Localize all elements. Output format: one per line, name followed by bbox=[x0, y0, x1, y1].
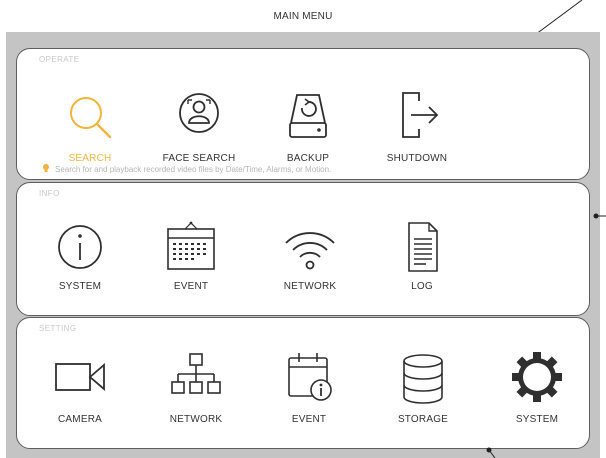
network-topology-icon bbox=[171, 353, 221, 394]
system-info-label: SYSTEM bbox=[58, 281, 102, 292]
lightbulb-icon bbox=[43, 164, 49, 172]
network-info-button[interactable]: NETWORK bbox=[255, 221, 365, 321]
calendar-icon bbox=[167, 221, 215, 270]
info-section-title: INFO bbox=[39, 189, 60, 198]
calendar-info-icon bbox=[288, 353, 332, 401]
callout-line-bottom bbox=[486, 447, 496, 458]
info-panel: INFO SYSTEM EVENT NETWORK LOG bbox=[16, 182, 590, 316]
system-info-button[interactable]: SYSTEM bbox=[25, 221, 135, 321]
storage-setting-button[interactable]: STORAGE bbox=[368, 352, 478, 452]
camera-setting-button[interactable]: CAMERA bbox=[25, 352, 135, 452]
hint-text: Search for and playback recorded video f… bbox=[55, 165, 332, 174]
event-setting-label: EVENT bbox=[291, 414, 327, 425]
gear-icon bbox=[512, 352, 562, 402]
document-icon bbox=[408, 222, 438, 272]
shutdown-label: SHUTDOWN bbox=[386, 153, 448, 164]
event-info-label: EVENT bbox=[173, 281, 209, 292]
exit-arrow-icon bbox=[402, 92, 439, 138]
operate-panel: OPERATE SEARCH FACE SEARCH BACKUP SHUTDO… bbox=[16, 48, 590, 180]
log-button[interactable]: LOG bbox=[367, 221, 477, 321]
face-search-button[interactable]: FACE SEARCH bbox=[144, 89, 254, 189]
info-icon bbox=[58, 225, 102, 269]
network-setting-button[interactable]: NETWORK bbox=[141, 352, 251, 452]
backup-button[interactable]: BACKUP bbox=[253, 89, 363, 189]
video-camera-icon bbox=[55, 363, 105, 391]
backup-drive-icon bbox=[289, 94, 327, 138]
main-menu-frame: OPERATE SEARCH FACE SEARCH BACKUP SHUTDO… bbox=[6, 32, 600, 458]
setting-section-title: SETTING bbox=[39, 324, 77, 333]
operate-section-title: OPERATE bbox=[39, 55, 80, 64]
log-label: LOG bbox=[411, 281, 433, 292]
shutdown-button[interactable]: SHUTDOWN bbox=[362, 89, 472, 189]
search-button[interactable]: SEARCH bbox=[35, 89, 145, 189]
camera-label: CAMERA bbox=[58, 414, 102, 425]
database-icon bbox=[403, 354, 443, 404]
callout-line-right bbox=[593, 213, 606, 219]
wifi-icon bbox=[285, 232, 335, 270]
network-setting-label: NETWORK bbox=[169, 414, 223, 425]
event-setting-button[interactable]: EVENT bbox=[254, 352, 364, 452]
face-search-icon bbox=[179, 93, 219, 133]
setting-panel: SETTING CAMERA NETWORK EVENT STORAGE SYS… bbox=[16, 317, 590, 449]
storage-label: STORAGE bbox=[397, 414, 449, 425]
event-info-button[interactable]: EVENT bbox=[136, 221, 246, 321]
system-setting-label: SYSTEM bbox=[515, 414, 559, 425]
network-info-label: NETWORK bbox=[283, 281, 337, 292]
hint-text-row: Search for and playback recorded video f… bbox=[41, 163, 331, 174]
system-setting-button[interactable]: SYSTEM bbox=[482, 352, 592, 452]
magnifier-icon bbox=[70, 97, 112, 139]
